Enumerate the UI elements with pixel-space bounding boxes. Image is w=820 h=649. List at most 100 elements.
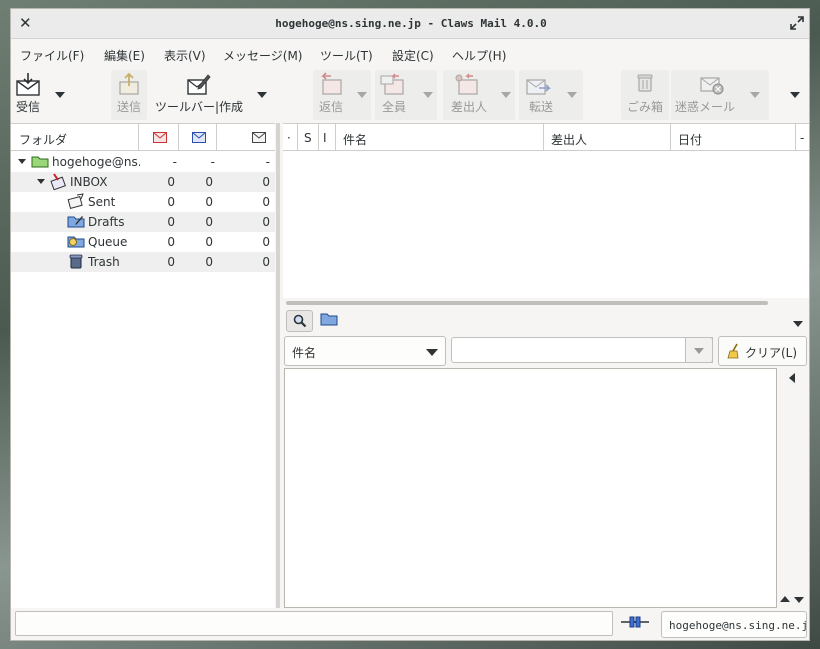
spam-button[interactable]: 迷惑メール — [671, 70, 769, 120]
new-column-header[interactable] — [139, 124, 179, 151]
status-bar: hogehoge@ns.sing.ne.jp — [11, 608, 810, 640]
window-title: hogehoge@ns.sing.ne.jp - Claws Mail 4.0.… — [275, 17, 547, 30]
receive-button[interactable]: 受信 — [13, 70, 43, 120]
scroll-up-icon[interactable] — [780, 596, 790, 602]
maximize-icon[interactable] — [789, 15, 805, 31]
unread-count: 0 — [205, 195, 213, 209]
sent-icon — [67, 193, 84, 209]
menu-view[interactable]: 表示(V) — [164, 47, 206, 64]
expand-icon[interactable] — [37, 179, 45, 184]
trash-folder-icon — [69, 254, 83, 269]
folder-row-sent[interactable]: Sent 0 0 0 — [11, 192, 275, 212]
total-column-header[interactable] — [217, 124, 275, 151]
status-column-header[interactable]: S — [298, 124, 319, 151]
folder-row-account[interactable]: hogehoge@ns.s - - - — [11, 152, 275, 172]
forward-dropdown-icon[interactable] — [567, 92, 577, 98]
spam-dropdown-icon[interactable] — [750, 92, 760, 98]
from-column-header[interactable]: 差出人 — [544, 124, 671, 151]
expand-icon[interactable] — [18, 159, 26, 164]
date-column-header[interactable]: 日付 — [671, 124, 796, 151]
subject-column-header[interactable]: 件名 — [336, 124, 544, 151]
unread-count: 0 — [205, 255, 213, 269]
search-input[interactable] — [451, 337, 713, 363]
clear-search-button[interactable]: クリア(L) — [718, 336, 807, 366]
menu-message[interactable]: メッセージ(M) — [223, 47, 302, 64]
forward-button[interactable]: 転送 — [519, 70, 583, 120]
attach-column-header[interactable]: I — [319, 124, 336, 151]
mark-column-header[interactable]: · — [283, 124, 298, 151]
main-window: ✕ hogehoge@ns.sing.ne.jp - Claws Mail 4.… — [10, 8, 810, 641]
account-selector-button[interactable]: hogehoge@ns.sing.ne.jp — [661, 611, 810, 638]
spam-label: 迷惑メール — [675, 100, 736, 114]
folder-name: Trash — [88, 255, 120, 269]
spam-mail-icon — [700, 77, 724, 95]
folder-pane: フォルダ hogehoge@ns.s - - - INBOX 0 0 0 Sen… — [11, 123, 275, 608]
scroll-down-icon[interactable] — [794, 597, 804, 603]
folder-row-trash[interactable]: Trash 0 0 0 — [11, 252, 275, 272]
compose-dropdown-icon[interactable] — [257, 92, 267, 98]
new-count: 0 — [167, 255, 175, 269]
receive-mail-icon — [16, 73, 40, 96]
quick-search-bar: 件名 クリア(L) — [283, 305, 809, 369]
status-header-label: S — [304, 131, 312, 145]
unread-count: 0 — [205, 175, 213, 189]
search-toggle-button[interactable] — [286, 310, 313, 332]
reply-sender-button[interactable]: 差出人 — [443, 70, 515, 120]
reply-sender-dropdown-icon[interactable] — [501, 92, 511, 98]
reply-button[interactable]: 返信 — [313, 70, 371, 120]
trash-button[interactable]: ごみ箱 — [621, 70, 669, 120]
online-status-icon[interactable] — [621, 615, 649, 629]
reply-all-dropdown-icon[interactable] — [423, 92, 433, 98]
unread-column-header[interactable] — [179, 124, 217, 151]
total-count: 0 — [262, 175, 270, 189]
status-message — [15, 611, 613, 636]
menu-file[interactable]: ファイル(F) — [20, 47, 84, 64]
collapse-left-icon[interactable] — [789, 373, 795, 383]
menu-edit[interactable]: 編集(E) — [104, 47, 145, 64]
compose-icon — [187, 74, 211, 95]
forward-icon — [526, 79, 551, 95]
send-button[interactable]: 送信 — [111, 70, 147, 120]
folder-name: Drafts — [88, 215, 125, 229]
splitter-grip[interactable] — [276, 123, 280, 608]
pane-splitter[interactable] — [275, 123, 283, 608]
send-mail-icon — [119, 72, 139, 95]
folder-row-drafts[interactable]: Drafts 0 0 0 — [11, 212, 275, 232]
new-count: - — [172, 155, 177, 169]
unread-count: 0 — [205, 215, 213, 229]
folder-row-inbox[interactable]: INBOX 0 0 0 — [11, 172, 275, 192]
menu-settings[interactable]: 設定(C) — [392, 47, 434, 64]
folder-column-header[interactable]: フォルダ — [11, 124, 139, 151]
menu-help[interactable]: ヘルプ(H) — [452, 47, 506, 64]
chevron-down-icon — [694, 348, 704, 354]
receive-dropdown-icon[interactable] — [55, 92, 65, 98]
total-count: 0 — [262, 215, 270, 229]
folder-row-queue[interactable]: Queue 0 0 0 — [11, 232, 275, 252]
reply-all-button[interactable]: 全員 — [375, 70, 437, 120]
folder-header: フォルダ — [11, 124, 275, 151]
message-view-scroll-controls — [777, 368, 809, 608]
new-count: 0 — [167, 175, 175, 189]
search-type-value: 件名 — [292, 346, 317, 360]
subject-header-label: 件名 — [343, 133, 368, 147]
trash-label: ごみ箱 — [626, 100, 663, 114]
folder-header-label: フォルダ — [19, 133, 68, 147]
folder-name: INBOX — [70, 175, 108, 189]
toolbar: 受信 送信 ツールバー|作成 返信 全員 差出人 転送 ごみ箱 迷惑メール — [11, 67, 809, 123]
more-column-header[interactable]: - — [796, 124, 809, 151]
date-header-label: 日付 — [678, 133, 703, 147]
search-options-dropdown-icon[interactable] — [793, 321, 803, 327]
account-label: hogehoge@ns.sing.ne.jp — [669, 619, 810, 632]
compose-button[interactable]: ツールバー|作成 — [153, 70, 245, 120]
folder-name: Sent — [88, 195, 116, 209]
search-type-select[interactable]: 件名 — [284, 336, 446, 366]
unread-count: 0 — [205, 235, 213, 249]
folder-search-icon[interactable] — [320, 312, 338, 326]
title-bar: ✕ hogehoge@ns.sing.ne.jp - Claws Mail 4.… — [11, 9, 809, 39]
menu-tools[interactable]: ツール(T) — [320, 47, 373, 64]
toolbar-overflow-icon[interactable] — [790, 92, 800, 98]
search-history-dropdown[interactable] — [685, 337, 713, 363]
reply-all-icon — [380, 73, 404, 95]
menu-bar: ファイル(F) 編集(E) 表示(V) メッセージ(M) ツール(T) 設定(C… — [11, 40, 809, 66]
reply-dropdown-icon[interactable] — [357, 92, 367, 98]
